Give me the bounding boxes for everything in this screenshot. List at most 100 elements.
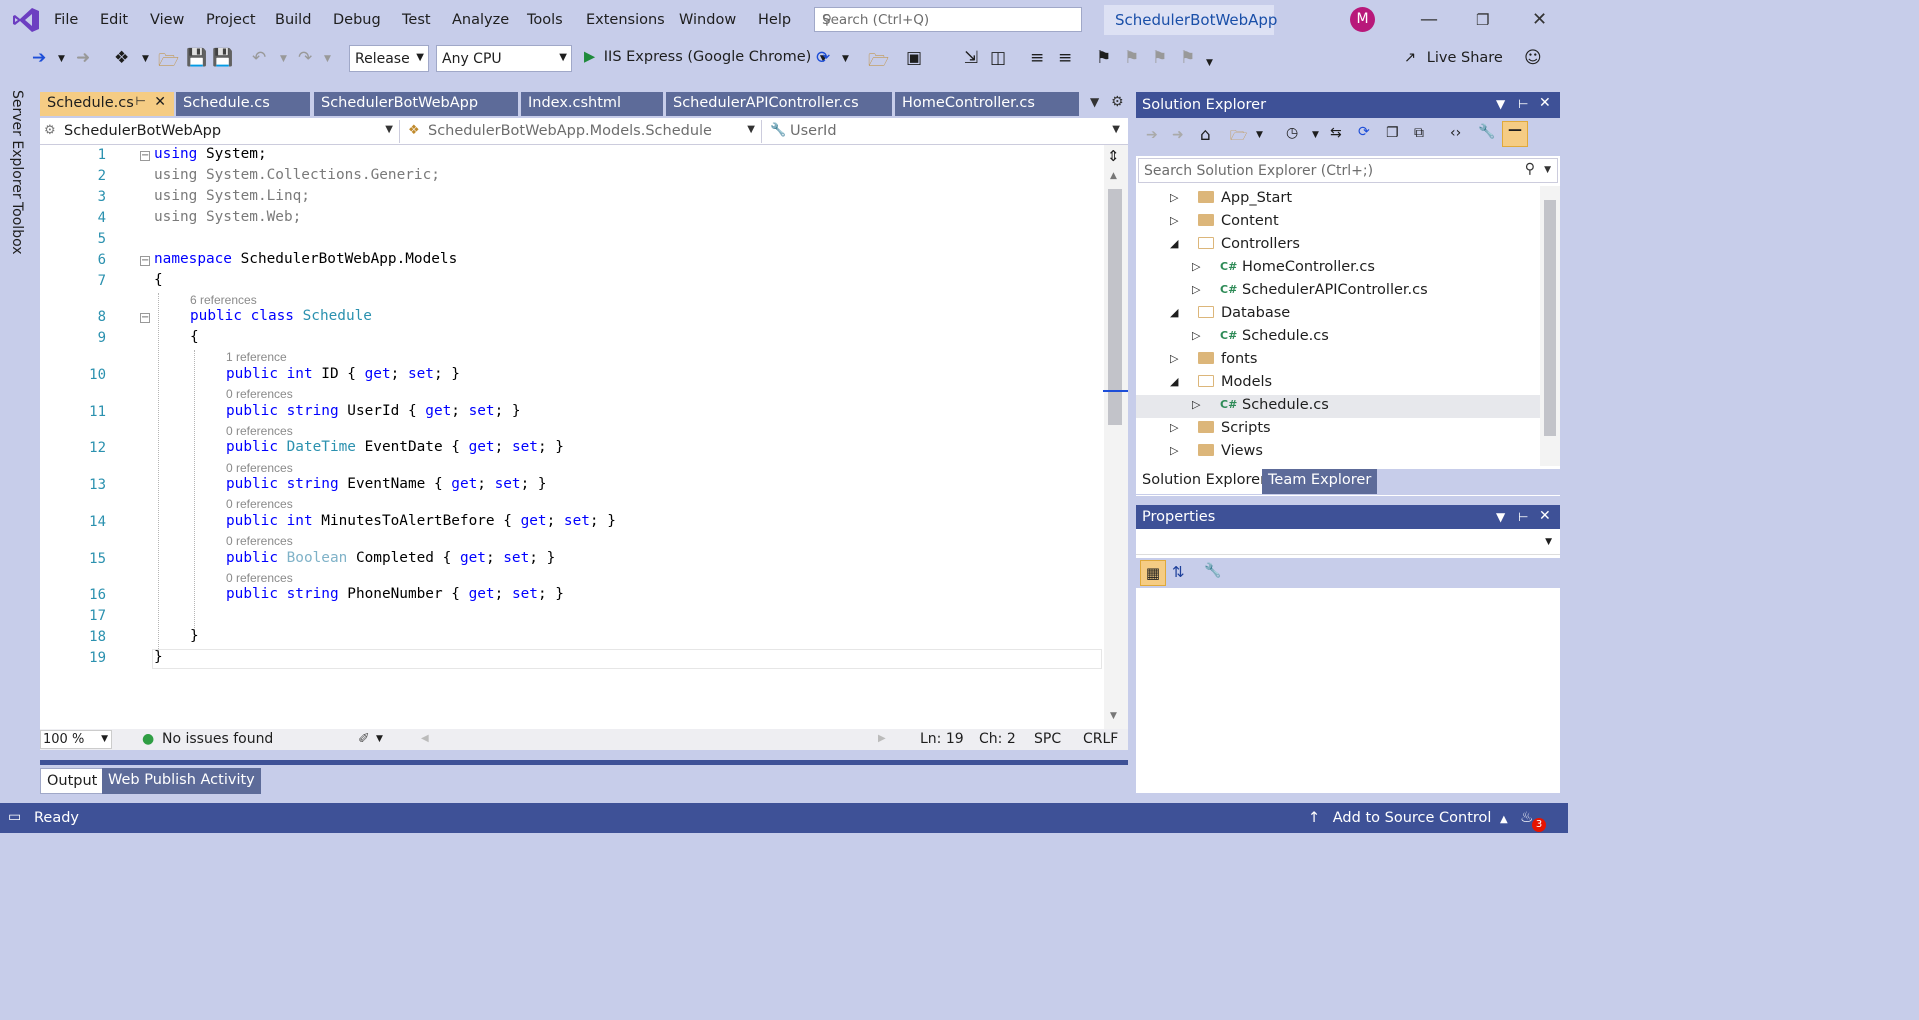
tree-item-content[interactable]: ▷ Content [1136, 211, 1540, 234]
tree-item-homecontroller-cs[interactable]: ▷ C# HomeController.cs [1136, 257, 1540, 280]
whitespace-indicator[interactable]: SPC [1034, 731, 1061, 747]
windows-layout-icon[interactable]: ◫ [990, 48, 1006, 68]
configuration-dropdown[interactable]: Release ▼ [349, 45, 429, 72]
expand-icon[interactable]: ▷ [1170, 352, 1178, 365]
member-dropdown[interactable]: 🔧 UserId ▼ [766, 120, 1126, 143]
comment-lines-icon[interactable]: ≡ [1058, 48, 1072, 68]
line-ending-indicator[interactable]: CRLF [1083, 731, 1118, 747]
menu-view[interactable]: View [150, 12, 184, 28]
toolbox-tab[interactable]: Toolbox [9, 202, 25, 255]
open-folder-icon[interactable]: 🗁 [158, 48, 179, 77]
close-window-icon[interactable]: ✕ [1532, 9, 1547, 30]
refresh-dropdown-icon[interactable]: ▼ [842, 54, 849, 64]
menu-file[interactable]: File [54, 12, 78, 28]
back-icon[interactable]: ➔ [1146, 127, 1158, 143]
pending-changes-icon[interactable]: ◷ [1286, 125, 1298, 141]
scroll-thumb[interactable] [1544, 200, 1556, 436]
codelens-references[interactable]: 0 references [226, 571, 293, 585]
user-avatar[interactable]: M [1350, 7, 1375, 32]
expand-icon[interactable]: ▷ [1170, 421, 1178, 434]
collapse-toggle-icon[interactable]: − [140, 151, 150, 161]
codelens-references[interactable]: 0 references [226, 387, 293, 401]
preview-selected-items-icon[interactable]: — [1502, 121, 1528, 147]
menu-debug[interactable]: Debug [333, 12, 381, 28]
collapse-icon[interactable]: ◢ [1170, 237, 1178, 250]
live-share-button[interactable]: ↗ Live Share [1404, 50, 1503, 66]
type-dropdown[interactable]: ❖ SchedulerBotWebApp.Models.Schedule ▼ [404, 120, 762, 143]
pin-icon[interactable]: ⊢ [136, 94, 146, 108]
close-icon[interactable]: ✕ [1539, 95, 1551, 111]
restore-icon[interactable]: ❐ [1476, 11, 1489, 29]
codelens-references[interactable]: 6 references [190, 293, 257, 307]
platform-dropdown[interactable]: Any CPU ▼ [436, 45, 572, 72]
save-icon[interactable]: 💾 [186, 48, 207, 68]
step-into-icon[interactable]: ⇲ [964, 48, 978, 68]
menu-window[interactable]: Window [679, 12, 736, 28]
home-icon[interactable]: ⌂ [1200, 125, 1211, 145]
tree-item-database-schedule-cs[interactable]: ▷ C# Schedule.cs [1136, 326, 1540, 349]
expand-icon[interactable]: ▷ [1192, 329, 1200, 342]
view-code-icon[interactable]: ‹› [1450, 125, 1461, 141]
property-pages-wrench-icon[interactable]: 🔧 [1204, 563, 1221, 579]
clear-bookmarks-icon[interactable]: ⚑ [1180, 48, 1195, 68]
toolbar-overflow-icon[interactable]: ▼ [1206, 58, 1213, 68]
alphabetical-sort-icon[interactable]: ⇅ [1172, 563, 1185, 581]
tab-schedule-cs[interactable]: Schedule.cs [176, 92, 310, 116]
menu-test[interactable]: Test [402, 12, 431, 28]
tree-item-app-start[interactable]: ▷ App_Start [1136, 188, 1540, 211]
tab-list-dropdown-icon[interactable]: ▼ [1090, 95, 1099, 109]
refresh-icon[interactable]: ⟳ [1358, 124, 1370, 140]
tab-team-explorer[interactable]: Team Explorer [1262, 469, 1378, 494]
tree-item-views[interactable]: ▷ Views [1136, 441, 1540, 464]
tab-solution-explorer[interactable]: Solution Explorer [1136, 469, 1273, 494]
menu-project[interactable]: Project [206, 12, 256, 28]
tab-output[interactable]: Output [40, 768, 105, 794]
menu-build[interactable]: Build [275, 12, 311, 28]
expand-icon[interactable]: ▷ [1192, 260, 1200, 273]
close-icon[interactable]: ✕ [154, 94, 166, 110]
chevron-down-icon[interactable]: ▼ [1312, 130, 1319, 140]
output-status-icon[interactable]: ▭ [8, 809, 21, 825]
new-project-icon[interactable]: ❖ [114, 48, 129, 68]
chevron-down-icon[interactable]: ▼ [1496, 510, 1505, 524]
tab-homecontroller-cs[interactable]: HomeController.cs [895, 92, 1079, 116]
minimize-icon[interactable]: — [1420, 9, 1438, 30]
properties-object-dropdown[interactable]: ▼ [1136, 531, 1560, 555]
project-dropdown[interactable]: ⚙ SchedulerBotWebApp ▼ [40, 120, 400, 143]
properties-wrench-icon[interactable]: 🔧 [1478, 124, 1495, 140]
code-editor[interactable]: 1 2 3 4 5 6 7 8 9 10 11 12 13 14 15 16 1… [40, 145, 1128, 729]
zoom-dropdown[interactable]: 100 % ▼ [40, 730, 112, 749]
collapse-toggle-icon[interactable]: − [140, 256, 150, 266]
collapse-toggle-icon[interactable]: − [140, 313, 150, 323]
expand-icon[interactable]: ▷ [1192, 283, 1200, 296]
browser-link-icon[interactable]: ▣ [906, 48, 922, 68]
start-debugging-button[interactable]: ▶ IIS Express (Google Chrome) ▼ [584, 49, 827, 65]
new-dropdown-icon[interactable]: ▼ [142, 54, 149, 64]
next-bookmark-icon[interactable]: ⚑ [1152, 48, 1167, 68]
tree-item-fonts[interactable]: ▷ fonts [1136, 349, 1540, 372]
expand-icon[interactable]: ▷ [1170, 191, 1178, 204]
tab-schedule-cs-active[interactable]: Schedule.cs ⊢ ✕ [40, 92, 174, 116]
sync-active-document-icon[interactable]: ⇆ [1330, 125, 1342, 141]
codelens-references[interactable]: 0 references [226, 497, 293, 511]
tree-item-schedulerapicontroller-cs[interactable]: ▷ C# SchedulerAPIController.cs [1136, 280, 1540, 303]
scroll-left-icon[interactable]: ◀ [421, 733, 429, 744]
menu-extensions[interactable]: Extensions [586, 12, 665, 28]
collapse-icon[interactable]: ◢ [1170, 375, 1178, 388]
tab-schedulerapicontroller-cs[interactable]: SchedulerAPIController.cs [666, 92, 892, 116]
column-indicator[interactable]: Ch: 2 [979, 731, 1016, 747]
visual-studio-logo-icon[interactable] [12, 7, 40, 33]
collapse-all-icon[interactable]: ❐ [1386, 125, 1399, 141]
menu-analyze[interactable]: Analyze [452, 12, 509, 28]
save-all-icon[interactable]: 💾 [212, 48, 233, 68]
codelens-references[interactable]: 0 references [226, 424, 293, 438]
undo-icon[interactable]: ↶ [252, 48, 266, 68]
tree-item-database[interactable]: ◢ Database [1136, 303, 1540, 326]
scroll-down-icon[interactable]: ▼ [1110, 711, 1117, 721]
solution-explorer-search-input[interactable]: Search Solution Explorer (Ctrl+;) ⚲ ▼ [1138, 158, 1558, 183]
tab-index-cshtml[interactable]: Index.cshtml [521, 92, 663, 116]
redo-icon[interactable]: ↷ [298, 48, 312, 68]
scroll-up-icon[interactable]: ▲ [1110, 171, 1117, 181]
tab-schedulerbotwebapp[interactable]: SchedulerBotWebApp [314, 92, 518, 116]
split-editor-icon[interactable]: ⇕ [1107, 147, 1120, 165]
